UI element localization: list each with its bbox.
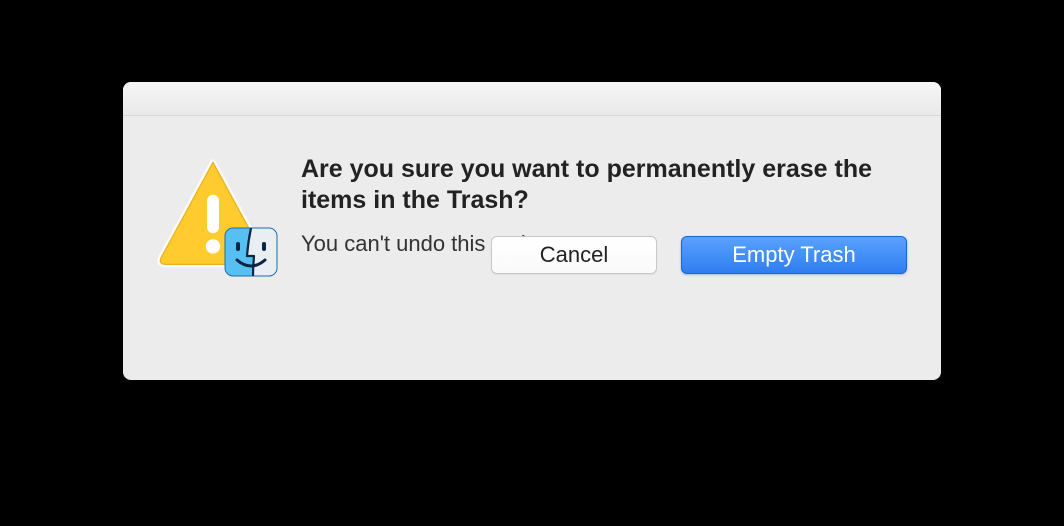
window-titlebar [123,82,941,116]
confirm-dialog: Are you sure you want to permanently era… [123,82,941,380]
cancel-button[interactable]: Cancel [491,236,657,274]
dialog-button-row: Cancel Empty Trash [491,236,907,274]
dialog-icon-wrap [153,154,273,274]
dialog-heading: Are you sure you want to permanently era… [301,154,911,215]
empty-trash-button[interactable]: Empty Trash [681,236,907,274]
dialog-body: Are you sure you want to permanently era… [123,116,941,300]
finder-icon [223,224,279,280]
